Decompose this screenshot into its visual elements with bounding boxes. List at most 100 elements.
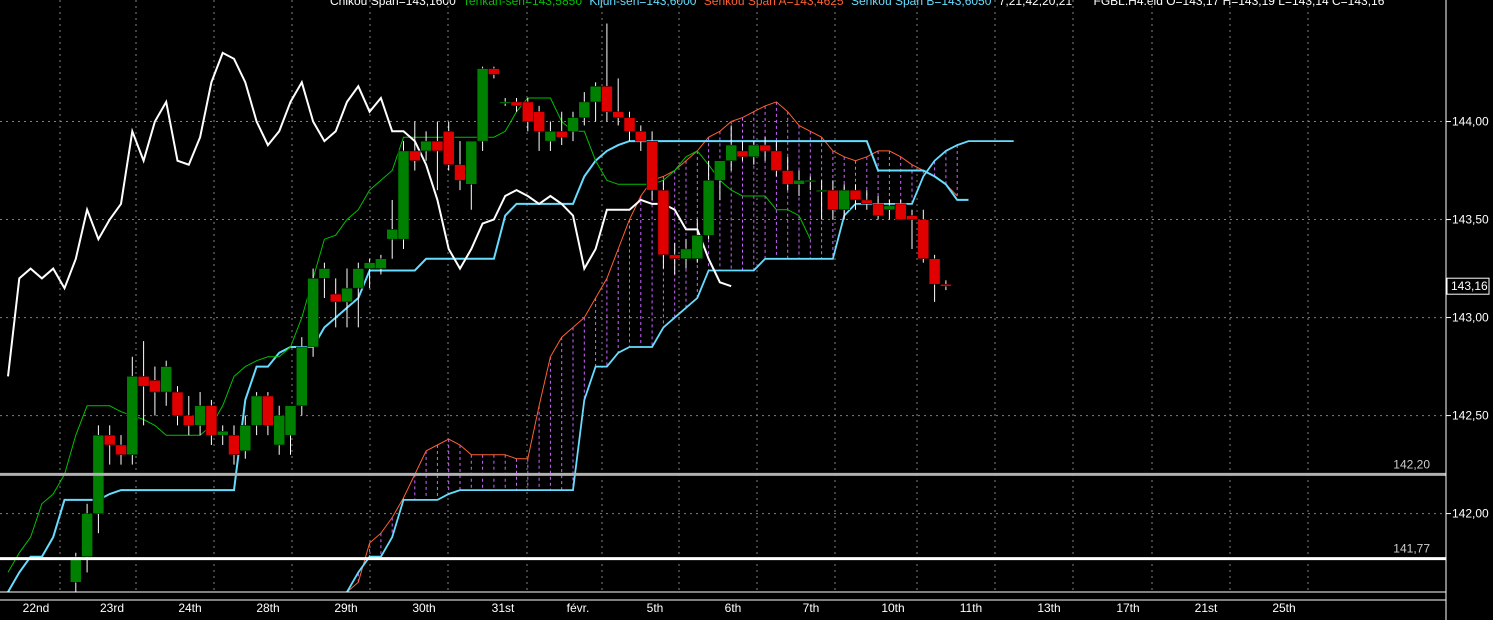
candle-body (115, 444, 127, 456)
candle (307, 268, 319, 357)
candle-body (917, 219, 930, 260)
candle (488, 66, 500, 79)
candle-body (239, 425, 252, 452)
candle-body (657, 189, 670, 256)
candle-body (126, 376, 139, 456)
candle-body (804, 180, 817, 183)
candle-body (149, 380, 161, 393)
candle-body (499, 101, 511, 104)
candle (205, 399, 218, 445)
candle-body (386, 229, 398, 240)
candle-body (352, 268, 365, 289)
candle-body (318, 268, 331, 279)
candle-body (555, 131, 568, 138)
candle-body (250, 395, 263, 426)
candle (657, 180, 670, 269)
x-tick-label: 28th (256, 601, 279, 615)
candle (431, 121, 444, 191)
candle (318, 262, 331, 298)
level-label: 142,20 (1393, 457, 1430, 471)
candle-body (928, 258, 941, 285)
candle (827, 180, 839, 220)
candle (363, 258, 376, 289)
candle-body (612, 111, 624, 118)
candle-body (668, 254, 681, 260)
candle-body (714, 160, 726, 181)
candle (917, 209, 930, 263)
candle (894, 199, 907, 220)
candle-body (488, 68, 500, 75)
candle-body (522, 101, 534, 122)
candle-body (397, 150, 410, 240)
candle (623, 111, 636, 142)
candle (262, 392, 274, 436)
candle-body (420, 140, 432, 152)
candle (92, 425, 105, 534)
x-tick-label: 17th (1116, 601, 1139, 615)
candle (183, 395, 195, 436)
candle-body (589, 86, 602, 103)
candle-body (533, 111, 545, 132)
last-price-label: 143,16 (1451, 279, 1488, 293)
candle (928, 254, 941, 302)
candle (239, 415, 252, 459)
y-tick-label: 144,00 (1452, 115, 1489, 129)
candle (465, 140, 478, 210)
candle-body (815, 189, 828, 192)
candle (194, 392, 206, 436)
candle-body (872, 203, 884, 216)
candle-body (793, 180, 805, 185)
y-tick-label: 142,00 (1452, 507, 1489, 521)
candle-body (770, 150, 783, 171)
candle-body (781, 170, 794, 185)
candle-body (476, 68, 489, 142)
candle (736, 141, 749, 161)
candle (510, 98, 523, 112)
candle (442, 121, 455, 171)
candle-body (363, 262, 376, 269)
candle-body (940, 283, 952, 287)
candle (454, 141, 466, 191)
candle-body (578, 101, 591, 118)
candle-body (160, 366, 172, 393)
candle (748, 141, 760, 165)
x-tick-label: 31st (492, 601, 515, 615)
candle (612, 78, 624, 126)
candle-body (680, 248, 692, 260)
candle-body (194, 405, 206, 426)
x-tick-label: 13th (1037, 601, 1060, 615)
candle (115, 435, 127, 465)
candle (533, 105, 545, 151)
candle (386, 199, 398, 259)
y-tick-label: 143,50 (1452, 213, 1489, 227)
candle-body (510, 101, 523, 107)
candle-body (906, 215, 918, 220)
candle (601, 23, 613, 122)
candle-body (205, 405, 218, 436)
candle (171, 386, 184, 426)
candle (216, 425, 229, 445)
candle (906, 209, 918, 249)
candle-body (273, 415, 285, 446)
grid-layer (0, 0, 1446, 592)
candle (646, 131, 658, 200)
x-tick-label: 21st (1195, 601, 1218, 615)
candle-body (262, 395, 274, 426)
candle-body (81, 513, 93, 557)
candle-body (329, 293, 342, 303)
candle (589, 82, 602, 122)
candle (567, 111, 579, 142)
candle (103, 425, 116, 465)
candle-body (635, 131, 647, 142)
ichimoku-chart[interactable]: 142,20 141,77 144,00 143,50 143,00 142,50 142,… (0, 0, 1493, 620)
candle-body (601, 86, 613, 112)
candle (544, 121, 557, 151)
candle-body (702, 180, 715, 236)
candle-body (544, 131, 557, 142)
candle (284, 405, 297, 455)
level-label: 141,77 (1393, 542, 1430, 556)
candle-body (442, 131, 455, 165)
candle-body (849, 189, 862, 201)
candle-body (137, 376, 150, 387)
x-tick-label: 6th (725, 601, 742, 615)
